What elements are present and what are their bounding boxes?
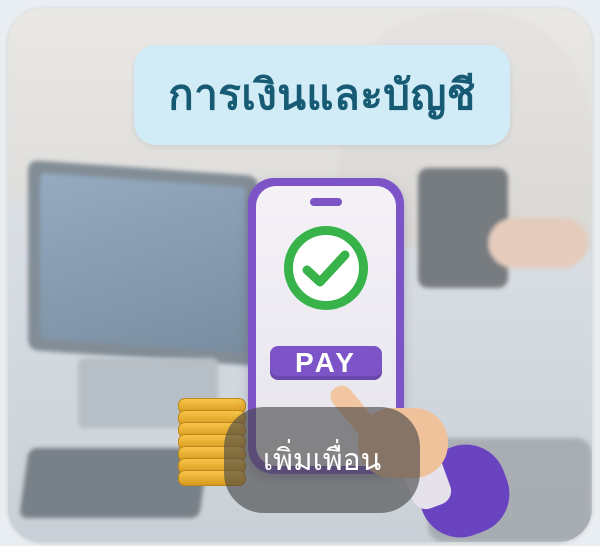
category-card[interactable]: การเงินและบัญชี PAY เพิ่มเพื่อน (8, 8, 592, 542)
check-circle-icon (284, 226, 368, 310)
pay-badge: PAY (270, 346, 382, 380)
phone-notch (310, 198, 342, 206)
pay-label: PAY (295, 347, 357, 378)
add-friend-button[interactable]: เพิ่มเพื่อน (224, 407, 420, 513)
category-title-pill: การเงินและบัญชี (134, 45, 510, 145)
add-friend-label: เพิ่มเพื่อน (262, 442, 382, 478)
category-title: การเงินและบัญชี (168, 70, 476, 119)
